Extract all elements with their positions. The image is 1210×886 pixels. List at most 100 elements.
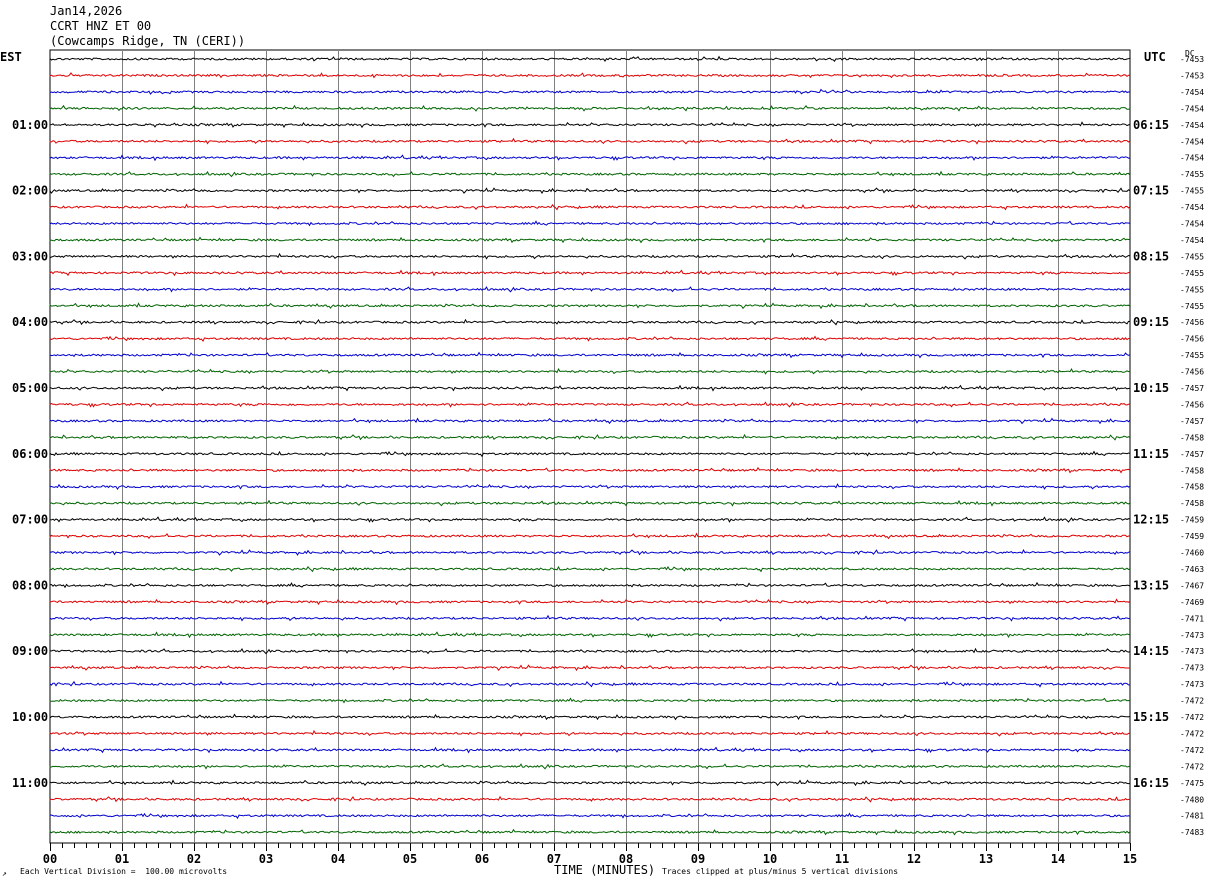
trace-line <box>49 779 1130 787</box>
x-tick-label: 09 <box>691 852 705 866</box>
trace-line <box>49 384 1131 392</box>
trace-line <box>49 565 1131 573</box>
trace-line <box>49 647 1131 655</box>
dc-offset-label: -7459 <box>1180 516 1204 525</box>
trace-line <box>49 746 1131 754</box>
dc-offset-label: -7459 <box>1180 532 1204 541</box>
utc-time-label: 11:15 <box>1133 447 1169 461</box>
utc-time-label: 13:15 <box>1133 578 1169 592</box>
dc-offset-label: -7481 <box>1180 812 1204 821</box>
x-tick-label: 12 <box>907 852 921 866</box>
trace-line <box>49 450 1131 458</box>
trace-line <box>49 72 1131 79</box>
est-time-label: 08:00 <box>12 578 48 592</box>
trace-line <box>49 55 1131 63</box>
trace-line <box>49 631 1131 639</box>
x-tick-label: 13 <box>979 852 993 866</box>
trace-line <box>49 532 1131 540</box>
trace-line <box>49 763 1131 770</box>
dc-offset-label: -7460 <box>1180 549 1204 558</box>
x-tick-label: 04 <box>331 852 345 866</box>
trace-line <box>49 220 1131 227</box>
trace-line <box>49 680 1131 688</box>
trace-line <box>49 466 1131 474</box>
dc-offset-label: -7455 <box>1180 269 1204 278</box>
utc-time-label: 06:15 <box>1133 118 1169 132</box>
trace-line <box>49 187 1131 194</box>
dc-offset-label: -7457 <box>1180 450 1204 459</box>
x-tick-label: 05 <box>403 852 417 866</box>
trace-line <box>49 368 1131 375</box>
dc-offset-label: -7483 <box>1180 828 1204 837</box>
dc-offset-label: -7453 <box>1180 71 1204 80</box>
dc-offset-label: -7473 <box>1180 680 1204 689</box>
plot-frame <box>49 49 1131 844</box>
trace-line <box>49 137 1131 145</box>
dc-offset-label: -7480 <box>1180 795 1204 804</box>
seismogram-plot: 01:00 02:00 03:00 04:00 05:00 06:00 07:00 08:00… <box>12 49 1204 866</box>
dc-offset-label: -7458 <box>1180 499 1204 508</box>
dc-offset-label: -7472 <box>1180 697 1204 706</box>
utc-time-label: 08:15 <box>1133 249 1169 263</box>
trace-line <box>49 88 1131 95</box>
trace-line <box>49 812 1131 820</box>
dc-offset-label: -7454 <box>1180 104 1204 113</box>
trace-line <box>49 581 1131 589</box>
x-tick-label: 14 <box>1051 852 1065 866</box>
dc-offset-label: -7454 <box>1180 236 1204 245</box>
dc-offset-label: -7454 <box>1180 121 1204 130</box>
x-tick-label: 15 <box>1123 852 1137 866</box>
dc-offset-label: -7467 <box>1180 581 1204 590</box>
trace-line <box>49 203 1131 211</box>
est-time-label: 11:00 <box>12 776 48 790</box>
est-time-label: 05:00 <box>12 381 48 395</box>
dc-offset-label: -7458 <box>1180 466 1204 475</box>
dc-offset-label: -7455 <box>1180 285 1204 294</box>
trace-line <box>49 697 1131 704</box>
x-tick-label: 10 <box>763 852 777 866</box>
trace-line <box>49 598 1131 606</box>
dc-offset-label: -7454 <box>1180 203 1204 212</box>
trace-line <box>49 516 1131 523</box>
clip-note: Traces clipped at plus/minus 5 vertical … <box>662 867 899 876</box>
utc-time-label: 10:15 <box>1133 381 1169 395</box>
trace-line <box>49 154 1131 162</box>
dc-offset-label: -7472 <box>1180 713 1204 722</box>
est-time-label: 03:00 <box>12 249 48 263</box>
dc-offset-label: -7469 <box>1180 598 1204 607</box>
dc-offset-label: -7472 <box>1180 746 1204 755</box>
trace-line <box>49 614 1131 622</box>
utc-time-label: 07:15 <box>1133 184 1169 198</box>
dc-offset-label: -7456 <box>1180 318 1204 327</box>
x-tick-label: 03 <box>259 852 273 866</box>
x-tick-label: 02 <box>187 852 201 866</box>
dc-offset-label: -7457 <box>1180 384 1204 393</box>
dc-offset-label: -7473 <box>1180 631 1204 640</box>
dc-offset-label: -7471 <box>1180 614 1204 623</box>
utc-time-label: 14:15 <box>1133 644 1169 658</box>
dc-offset-label: -7455 <box>1180 170 1204 179</box>
trace-line <box>49 351 1131 359</box>
utc-time-label: 15:15 <box>1133 710 1169 724</box>
dc-offset-label: -7457 <box>1180 417 1204 426</box>
dc-offset-label: -7456 <box>1180 368 1204 377</box>
utc-time-label: 12:15 <box>1133 513 1169 527</box>
dc-offset-label: -7473 <box>1180 664 1204 673</box>
dc-offset-label: -7455 <box>1180 187 1204 196</box>
est-time-label: 07:00 <box>12 513 48 527</box>
dc-offset-label: -7458 <box>1180 433 1204 442</box>
dc-offset-label: -7454 <box>1180 137 1204 146</box>
dc-offset-label: -7454 <box>1180 88 1204 97</box>
trace-line <box>49 252 1131 260</box>
dc-offset-label: -7472 <box>1180 762 1204 771</box>
trace-line <box>49 433 1131 441</box>
x-tick-label: 01 <box>115 852 129 866</box>
dc-offset-label: -7463 <box>1180 565 1204 574</box>
trace-line <box>49 236 1131 244</box>
est-time-label: 02:00 <box>12 184 48 198</box>
dc-offset-label: -7455 <box>1180 351 1204 360</box>
trace-line <box>49 828 1131 836</box>
trace-line <box>49 335 1130 343</box>
division-note: Each Vertical Division = 100.00 microvol… <box>20 867 228 876</box>
dc-offset-label: -7456 <box>1180 335 1204 344</box>
